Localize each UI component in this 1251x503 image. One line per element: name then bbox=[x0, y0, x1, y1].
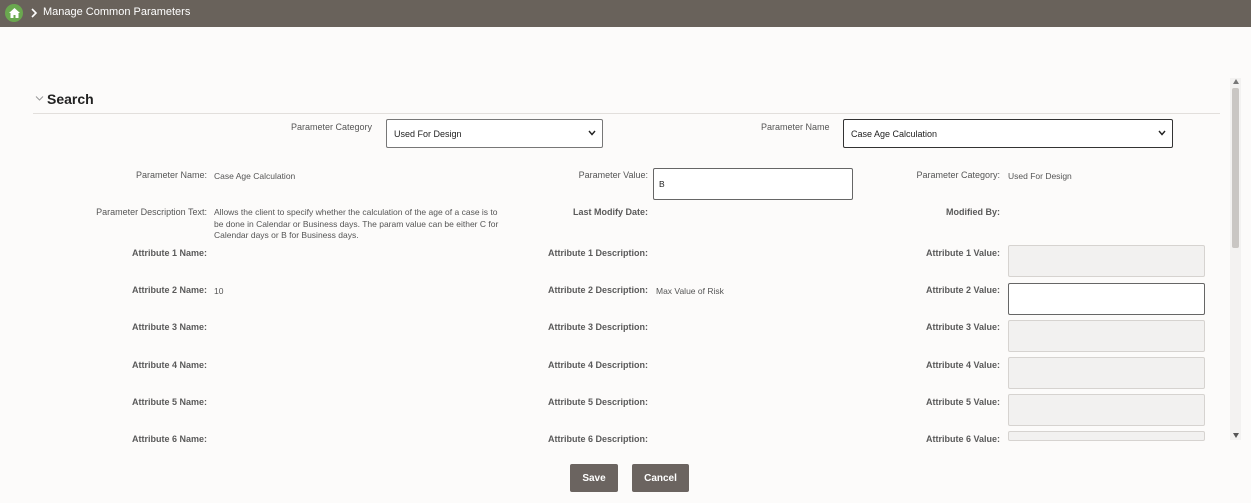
attribute-3-value-input bbox=[1008, 320, 1205, 352]
attribute-1-value-input bbox=[1008, 245, 1205, 277]
parameter-name-selected: Case Age Calculation bbox=[851, 128, 938, 139]
attribute-6-description-label: Attribute 6 Description: bbox=[547, 434, 648, 444]
attribute-1-name-label: Attribute 1 Name: bbox=[131, 248, 207, 258]
parameter-name-select[interactable]: Case Age Calculation bbox=[843, 119, 1173, 148]
attribute-4-value-label: Attribute 4 Value: bbox=[925, 360, 1000, 370]
parameter-category-selected: Used For Design bbox=[394, 128, 462, 139]
attribute-2-description-value: Max Value of Risk bbox=[656, 286, 724, 296]
home-icon[interactable] bbox=[5, 4, 23, 22]
attribute-6-value-label: Attribute 6 Value: bbox=[925, 434, 1000, 444]
modified-by-label: Modified By: bbox=[946, 207, 1000, 217]
attribute-6-value-input bbox=[1008, 431, 1205, 441]
param-value-label: Parameter Value: bbox=[578, 170, 648, 180]
chevron-down-icon bbox=[1158, 130, 1166, 136]
cancel-button[interactable]: Cancel bbox=[632, 464, 689, 492]
attribute-2-value-input[interactable] bbox=[1008, 283, 1205, 315]
scroll-down-icon[interactable] bbox=[1233, 433, 1239, 438]
parameter-name-label: Parameter Name bbox=[761, 122, 830, 132]
chevron-right-icon bbox=[31, 8, 38, 18]
attribute-5-value-input bbox=[1008, 394, 1205, 426]
attribute-5-value-label: Attribute 5 Value: bbox=[925, 397, 1000, 407]
attribute-2-name-value: 10 bbox=[214, 286, 224, 296]
parameter-category-label: Parameter Category bbox=[291, 122, 373, 132]
scrollbar-thumb[interactable] bbox=[1232, 88, 1239, 248]
attribute-4-value-input bbox=[1008, 357, 1205, 389]
attribute-5-name-label: Attribute 5 Name: bbox=[131, 397, 207, 407]
attribute-4-description-label: Attribute 4 Description: bbox=[547, 360, 648, 370]
attribute-5-description-label: Attribute 5 Description: bbox=[547, 397, 648, 407]
scroll-up-icon[interactable] bbox=[1233, 79, 1239, 84]
attribute-1-value-label: Attribute 1 Value: bbox=[925, 248, 1000, 258]
param-category-value: Used For Design bbox=[1008, 171, 1072, 181]
param-category-label: Parameter Category: bbox=[916, 170, 1000, 180]
chevron-down-icon bbox=[588, 130, 596, 136]
attribute-4-name-label: Attribute 4 Name: bbox=[131, 360, 207, 370]
param-name-label: Parameter Name: bbox=[135, 170, 207, 180]
attribute-2-description-label: Attribute 2 Description: bbox=[547, 285, 648, 295]
parameter-category-select[interactable]: Used For Design bbox=[386, 119, 603, 148]
divider bbox=[33, 113, 1220, 114]
attribute-3-description-label: Attribute 3 Description: bbox=[547, 322, 648, 332]
attribute-6-name-label: Attribute 6 Name: bbox=[131, 434, 207, 444]
section-title[interactable]: Search bbox=[47, 91, 94, 107]
param-value-input[interactable]: B bbox=[653, 168, 853, 200]
save-button[interactable]: Save bbox=[570, 464, 618, 492]
attribute-1-description-label: Attribute 1 Description: bbox=[547, 248, 648, 258]
breadcrumb: Manage Common Parameters bbox=[43, 6, 191, 18]
param-name-value: Case Age Calculation bbox=[214, 171, 296, 181]
attribute-3-name-label: Attribute 3 Name: bbox=[131, 322, 207, 332]
attribute-2-name-label: Attribute 2 Name: bbox=[131, 285, 207, 295]
param-description-label: Parameter Description Text: bbox=[96, 207, 207, 217]
attribute-2-value-label: Attribute 2 Value: bbox=[925, 285, 1000, 295]
top-bar: Manage Common Parameters bbox=[0, 0, 1251, 27]
chevron-down-icon[interactable] bbox=[35, 95, 44, 102]
last-modify-date-label: Last Modify Date: bbox=[572, 207, 648, 217]
attribute-3-value-label: Attribute 3 Value: bbox=[925, 322, 1000, 332]
param-description-value: Allows the client to specify whether the… bbox=[214, 207, 499, 240]
